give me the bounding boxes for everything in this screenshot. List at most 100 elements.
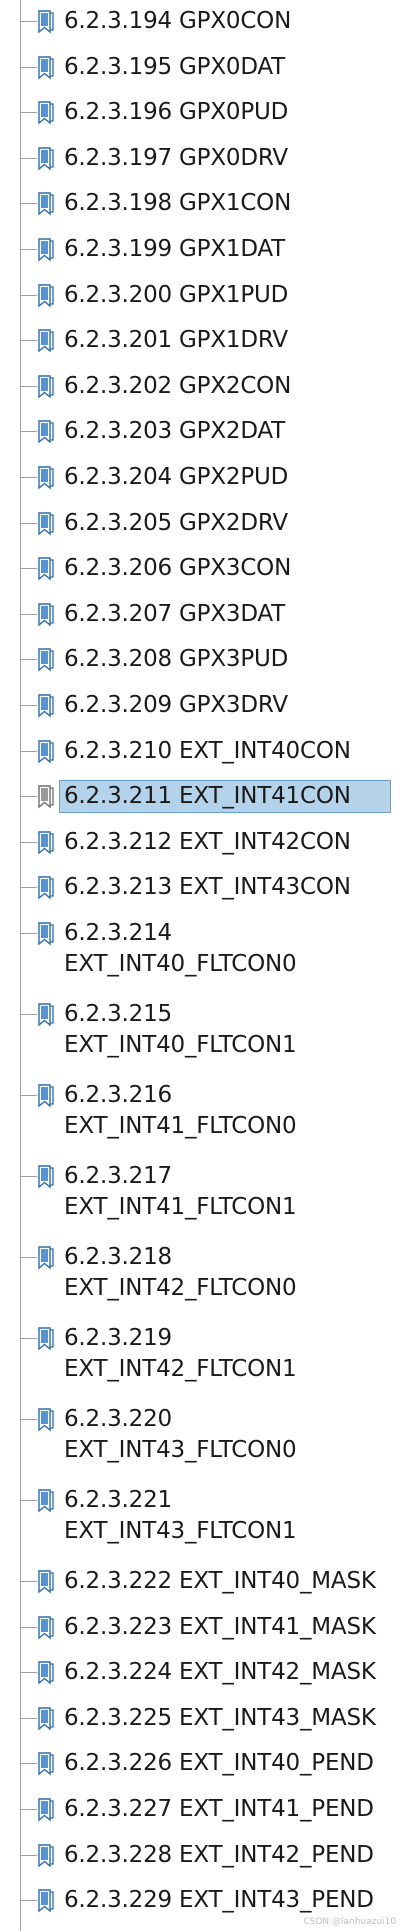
tree-item[interactable]: 6.2.3.200 GPX1PUD [0, 274, 402, 320]
tree-item[interactable]: 6.2.3.224 EXT_INT42_MASK [0, 1651, 402, 1697]
tree-item[interactable]: 6.2.3.203 GPX2DAT [0, 410, 402, 456]
tree-item-label: 6.2.3.196 GPX0PUD [64, 99, 289, 126]
bookmark-page-icon [35, 1246, 57, 1270]
tree-item[interactable]: 6.2.3.220 EXT_INT43_FLTCON0 [0, 1398, 402, 1479]
tree-item-label: 6.2.3.227 EXT_INT41_PEND [64, 1796, 374, 1822]
tree-item[interactable]: 6.2.3.214 EXT_INT40_FLTCON0 [0, 912, 402, 993]
tree-item[interactable]: 6.2.3.215 EXT_INT40_FLTCON1 [0, 993, 402, 1074]
tree-item-label: 6.2.3.205 GPX2DRV [64, 509, 288, 536]
bookmark-page-icon [35, 922, 57, 946]
bookmark-page-icon [35, 1661, 57, 1685]
tree-item[interactable]: 6.2.3.217 EXT_INT41_FLTCON1 [0, 1155, 402, 1236]
tree-item[interactable]: 6.2.3.226 EXT_INT40_PEND [0, 1742, 402, 1788]
tree-item[interactable]: 6.2.3.218 EXT_INT42_FLTCON0 [0, 1236, 402, 1317]
tree-item[interactable]: 6.2.3.201 GPX1DRV [0, 319, 402, 365]
tree-item[interactable]: 6.2.3.228 EXT_INT42_PEND [0, 1834, 402, 1880]
tree-item-label: 6.2.3.219 EXT_INT42_FLTCON1 [64, 1325, 297, 1382]
bookmark-page-icon [35, 1889, 57, 1913]
tree-item[interactable]: 6.2.3.219 EXT_INT42_FLTCON1 [0, 1317, 402, 1398]
tree-item-label: 6.2.3.202 GPX2CON [64, 372, 292, 399]
tree-item[interactable]: 6.2.3.210 EXT_INT40CON [0, 730, 402, 776]
bookmark-page-icon [35, 283, 57, 308]
bookmark-page-icon [35, 420, 57, 444]
bookmark-page-icon [35, 1084, 57, 1108]
bookmark-page-icon [35, 1003, 57, 1027]
tree-item-label: 6.2.3.210 EXT_INT40CON [64, 737, 351, 764]
tree-item-label: 6.2.3.208 GPX3PUD [64, 646, 289, 673]
tree-item[interactable]: 6.2.3.196 GPX0PUD [0, 91, 402, 137]
tree-item-label: 6.2.3.223 EXT_INT41_MASK [64, 1613, 376, 1640]
bookmark-page-icon [35, 739, 57, 764]
tree-item-label: 6.2.3.220 EXT_INT43_FLTCON0 [64, 1406, 297, 1463]
tree-item[interactable]: 6.2.3.221 EXT_INT43_FLTCON1 [0, 1479, 402, 1560]
tree-item-label: 6.2.3.195 GPX0DAT [64, 53, 286, 80]
tree-item-label: 6.2.3.228 EXT_INT42_PEND [64, 1841, 374, 1868]
tree-item-label: 6.2.3.224 EXT_INT42_MASK [64, 1659, 376, 1686]
tree-item-label: 6.2.3.229 EXT_INT43_PEND [64, 1887, 374, 1914]
bookmark-page-icon [35, 147, 57, 171]
tree-item[interactable]: 6.2.3.209 GPX3DRV [0, 684, 402, 730]
tree-item-label: 6.2.3.225 EXT_INT43_MASK [64, 1704, 376, 1731]
tree-item[interactable]: 6.2.3.216 EXT_INT41_FLTCON0 [0, 1074, 402, 1155]
bookmark-page-icon [35, 10, 57, 34]
tree-item[interactable]: 6.2.3.194 GPX0CON [0, 0, 402, 46]
tree-item[interactable]: 6.2.3.204 GPX2PUD [0, 456, 402, 502]
tree-item[interactable]: 6.2.3.213 EXT_INT43CON [0, 866, 402, 912]
tree-item-label: 6.2.3.215 EXT_INT40_FLTCON1 [64, 1001, 297, 1058]
tree-item-label: 6.2.3.201 GPX1DRV [64, 327, 288, 354]
bookmark-page-icon [35, 329, 57, 353]
bookmark-page-icon [35, 238, 57, 262]
bookmark-page-icon [35, 192, 57, 216]
tree-item-label: 6.2.3.216 EXT_INT41_FLTCON0 [64, 1082, 297, 1139]
tree-item-label: 6.2.3.226 EXT_INT40_PEND [64, 1750, 374, 1777]
tree-item[interactable]: 6.2.3.205 GPX2DRV [0, 502, 402, 548]
bookmark-page-icon [35, 1327, 57, 1351]
tree-item-label: 6.2.3.200 GPX1PUD [64, 281, 289, 308]
tree-item-label: 6.2.3.197 GPX0DRV [64, 144, 288, 171]
watermark: CSDN @lanhuazui10 [303, 1917, 396, 1927]
tree-item[interactable]: 6.2.3.198 GPX1CON [0, 182, 402, 228]
tree-item[interactable]: 6.2.3.202 GPX2CON [0, 365, 402, 411]
tree-item[interactable]: 6.2.3.211 EXT_INT41CON [0, 775, 402, 821]
bookmark-page-icon [35, 694, 57, 718]
tree-item[interactable]: 6.2.3.195 GPX0DAT [0, 46, 402, 92]
tree-item[interactable]: 6.2.3.223 EXT_INT41_MASK [0, 1606, 402, 1652]
tree-item[interactable]: 6.2.3.197 GPX0DRV [0, 137, 402, 183]
tree-item-label: 6.2.3.209 GPX3DRV [64, 692, 288, 718]
tree-item-label: 6.2.3.214 EXT_INT40_FLTCON0 [64, 920, 297, 977]
bookmark-page-icon [35, 648, 57, 672]
tree-item-label: 6.2.3.221 EXT_INT43_FLTCON1 [64, 1487, 297, 1544]
tree-item[interactable]: 6.2.3.208 GPX3PUD [0, 638, 402, 684]
tree-item-label: 6.2.3.218 EXT_INT42_FLTCON0 [64, 1244, 297, 1301]
tree-item[interactable]: 6.2.3.212 EXT_INT42CON [0, 821, 402, 867]
bookmark-page-icon [35, 557, 57, 581]
tree-item[interactable]: 6.2.3.207 GPX3DAT [0, 593, 402, 639]
bookmarks-tree: 6.2.3.194 GPX0CON 6.2.3.195 GPX0DAT 6.2.3.… [0, 0, 402, 1931]
bookmark-page-icon [35, 1408, 57, 1432]
tree-item[interactable]: 6.2.3.206 GPX3CON [0, 547, 402, 593]
bookmark-page-icon [35, 876, 57, 900]
bookmark-page-icon [35, 785, 57, 809]
tree-item-label: 6.2.3.212 EXT_INT42CON [64, 828, 351, 855]
tree-item-label: 6.2.3.204 GPX2PUD [64, 464, 289, 490]
bookmark-page-icon [35, 1798, 57, 1822]
tree-item[interactable]: 6.2.3.227 EXT_INT41_PEND [0, 1788, 402, 1834]
tree-item-label: 6.2.3.222 EXT_INT40_MASK [64, 1568, 376, 1594]
tree-item-label: 6.2.3.198 GPX1CON [64, 190, 292, 217]
bookmark-page-icon [35, 55, 57, 80]
bookmark-page-icon [35, 466, 57, 490]
bookmark-page-icon [35, 101, 57, 125]
bookmark-page-icon [35, 511, 57, 536]
bookmark-page-icon [35, 603, 57, 627]
bookmark-page-icon [35, 1752, 57, 1776]
bookmark-page-icon [35, 1707, 57, 1731]
tree-item[interactable]: 6.2.3.225 EXT_INT43_MASK [0, 1697, 402, 1743]
bookmark-page-icon [35, 375, 57, 399]
tree-item-label: 6.2.3.217 EXT_INT41_FLTCON1 [64, 1163, 297, 1220]
tree-item-label: 6.2.3.207 GPX3DAT [64, 600, 286, 627]
bookmark-page-icon [35, 1570, 57, 1594]
tree-item[interactable]: 6.2.3.222 EXT_INT40_MASK [0, 1560, 402, 1606]
tree-item-label: 6.2.3.203 GPX2DAT [64, 418, 286, 445]
tree-item[interactable]: 6.2.3.199 GPX1DAT [0, 228, 402, 274]
tree-item-label: 6.2.3.211 EXT_INT41CON [59, 780, 391, 814]
